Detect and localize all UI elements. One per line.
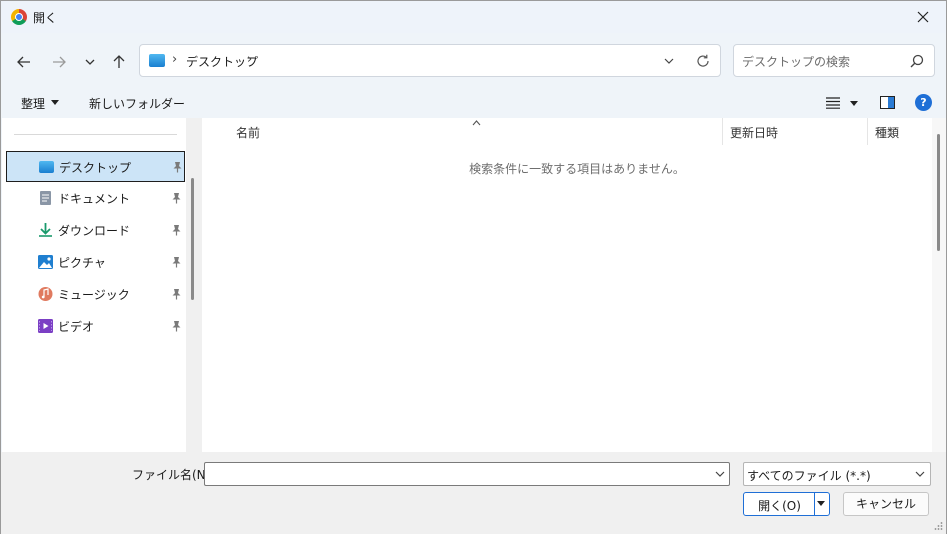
column-divider[interactable] <box>867 118 868 145</box>
pin-icon[interactable] <box>171 256 182 268</box>
address-history-button[interactable] <box>660 53 678 69</box>
arrow-left-icon <box>17 56 30 68</box>
nav-item-label: ドキュメント <box>58 192 131 206</box>
divider <box>14 134 177 135</box>
chrome-icon <box>11 9 27 25</box>
title-bar: 開く <box>1 1 946 33</box>
documents-icon <box>40 191 51 205</box>
pictures-icon <box>38 255 53 269</box>
caret-down-icon[interactable] <box>51 100 59 105</box>
nav-item-desktop[interactable]: デスクトップ <box>6 151 185 182</box>
organize-button[interactable]: 整理 <box>21 95 45 112</box>
pin-icon[interactable] <box>171 224 182 236</box>
desktop-icon <box>39 161 54 173</box>
search-box[interactable]: デスクトップの検索 <box>733 44 935 77</box>
nav-item-label: ダウンロード <box>58 224 131 238</box>
column-divider[interactable] <box>722 118 723 145</box>
window-title: 開く <box>33 11 58 25</box>
address-bar[interactable]: › デスクトップ › <box>139 44 721 77</box>
new-folder-button[interactable]: 新しいフォルダー <box>89 95 185 112</box>
chevron-down-icon <box>85 59 95 65</box>
close-icon <box>917 11 929 23</box>
forward-button[interactable] <box>47 51 71 73</box>
caret-down-icon[interactable] <box>850 101 858 106</box>
recent-locations-button[interactable] <box>78 51 102 73</box>
open-button-label: 開く(O) <box>758 499 801 513</box>
empty-results-message: 検索条件に一致する項目はありません。 <box>469 162 685 176</box>
close-button[interactable] <box>900 1 946 33</box>
refresh-button[interactable] <box>693 52 713 70</box>
view-options-icon[interactable] <box>826 97 840 109</box>
resize-grip-icon[interactable] <box>933 521 943 531</box>
help-icon[interactable]: ? <box>915 94 932 111</box>
nav-item-label: ミュージック <box>58 288 130 302</box>
file-list: 名前 更新日時 種類 検索条件に一致する項目はありません。 <box>202 118 932 452</box>
column-header-type[interactable]: 種類 <box>875 124 899 141</box>
breadcrumb-separator: › <box>172 52 178 67</box>
navigation-pane-scrollbar[interactable] <box>191 178 194 300</box>
open-file-dialog: 開く › デスクトップ › デスクトップの検索 整理 新しいフォルダー ? デス… <box>0 0 947 534</box>
breadcrumb-separator[interactable]: › <box>247 52 252 67</box>
sort-ascending-icon <box>472 120 481 126</box>
file-type-selected: すべてのファイル (*.*) <box>747 469 871 483</box>
file-list-scrollbar[interactable] <box>937 134 940 251</box>
command-bar: 整理 新しいフォルダー ? <box>1 89 946 118</box>
navigation-bar: › デスクトップ › デスクトップの検索 <box>1 33 946 89</box>
pin-icon[interactable] <box>171 288 182 300</box>
pane-splitter[interactable] <box>186 118 202 452</box>
up-button[interactable] <box>107 51 131 73</box>
desktop-icon <box>149 54 165 67</box>
videos-icon <box>38 319 53 333</box>
nav-item-pictures[interactable]: ピクチャ <box>6 247 185 278</box>
nav-item-documents[interactable]: ドキュメント <box>6 183 185 214</box>
cancel-button[interactable]: キャンセル <box>843 492 929 516</box>
nav-item-downloads[interactable]: ダウンロード <box>6 215 185 246</box>
column-header-name[interactable]: 名前 <box>236 124 260 141</box>
nav-item-label: ピクチャ <box>58 256 106 270</box>
back-button[interactable] <box>12 51 36 73</box>
search-icon <box>910 54 924 68</box>
pin-icon[interactable] <box>171 192 182 204</box>
preview-pane-icon[interactable] <box>880 96 895 109</box>
pin-icon[interactable] <box>172 161 183 173</box>
chevron-down-icon <box>664 58 674 64</box>
pin-icon[interactable] <box>171 320 182 332</box>
dialog-footer: ファイル名(N): すべてのファイル (*.*) 開く(O) キャンセル <box>1 452 946 534</box>
filename-label: ファイル名(N): <box>132 468 215 482</box>
downloads-icon <box>39 223 52 237</box>
split-divider <box>814 493 815 515</box>
file-type-select[interactable]: すべてのファイル (*.*) <box>743 462 931 486</box>
refresh-icon <box>697 54 709 67</box>
nav-item-videos[interactable]: ビデオ <box>6 311 185 342</box>
navigation-pane: デスクトップ ドキュメント ダウンロード ピクチャ ミュージック ビデオ <box>2 118 186 452</box>
arrow-up-icon <box>113 55 125 68</box>
search-placeholder: デスクトップの検索 <box>742 55 851 69</box>
music-icon <box>38 287 53 301</box>
nav-item-label: ビデオ <box>58 320 95 334</box>
filename-input[interactable] <box>204 462 730 486</box>
nav-item-music[interactable]: ミュージック <box>6 279 185 310</box>
chevron-down-icon <box>915 471 925 477</box>
open-options-caret-icon[interactable] <box>817 501 825 506</box>
nav-item-label: デスクトップ <box>59 161 132 175</box>
arrow-right-icon <box>53 56 66 68</box>
column-header-modified[interactable]: 更新日時 <box>730 124 778 141</box>
open-button[interactable]: 開く(O) <box>743 492 830 516</box>
chevron-down-icon[interactable] <box>714 468 726 480</box>
